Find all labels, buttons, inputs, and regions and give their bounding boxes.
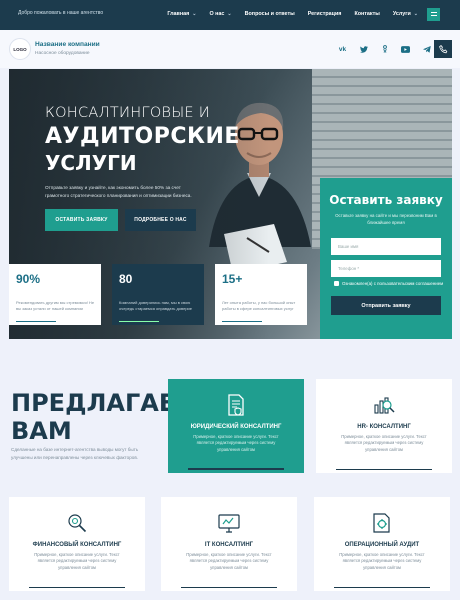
nav-services-label: Услуги xyxy=(392,11,411,17)
top-bar: Добро пожаловать в наше агентство Главна… xyxy=(0,0,460,30)
nav-services[interactable]: Услуги ⌄ xyxy=(393,7,418,21)
nav-about[interactable]: О нас ⌄ xyxy=(209,7,231,21)
chevron-down-icon: ⌄ xyxy=(192,11,197,17)
leave-request-button[interactable]: ОСТАВИТЬ ЗАЯВКУ xyxy=(45,209,118,231)
form-subtitle: Оставьте заявку на сайте и мы перезвоним… xyxy=(335,213,437,225)
service-description: Примерное, краткое описание услуги. Текс… xyxy=(34,552,120,570)
stat-card: 90% Рекомендовать другим мы стремимся! Н… xyxy=(9,264,101,325)
more-about-button[interactable]: ПОДРОБНЕЕ О НАС xyxy=(125,209,196,231)
hamburger-icon xyxy=(430,12,437,16)
vk-icon[interactable]: vk xyxy=(332,41,353,57)
submit-request-button[interactable]: Отправить заявку xyxy=(331,296,441,315)
chevron-down-icon: ⌄ xyxy=(227,11,232,17)
service-title: IT КОНСАЛТИНГ xyxy=(204,542,254,548)
operations-gear-icon xyxy=(373,513,390,533)
stat-underline xyxy=(222,321,262,322)
it-monitor-icon xyxy=(218,514,240,533)
service-underline xyxy=(181,587,277,588)
stat-number: 90% xyxy=(16,272,41,286)
request-form: Оставить заявку Оставьте заявку на сайте… xyxy=(320,178,452,339)
form-title: Оставить заявку xyxy=(329,193,443,207)
legal-document-icon xyxy=(228,394,244,416)
stat-text: Лет опыта работы, у нас большой опыт раб… xyxy=(222,300,296,311)
service-underline xyxy=(334,587,430,588)
nav-contacts[interactable]: Контакты xyxy=(354,7,379,21)
service-title: ОПЕРАЦИОННЫЙ АУДИТ xyxy=(344,542,420,548)
phone-button[interactable] xyxy=(434,40,452,58)
hero-title-line1: КОНСАЛТИНГОВЫЕ И xyxy=(45,105,211,121)
service-underline xyxy=(188,468,284,470)
hero-title-line2: АУДИТОРСКИЕ xyxy=(45,124,240,149)
consent-checkbox[interactable]: Ознакомлен(а) с пользовательским соглаше… xyxy=(334,281,443,286)
stat-underline xyxy=(119,321,159,322)
company-subtitle: Насосное оборудование xyxy=(35,51,90,56)
service-description: Примерное, краткое описание услуги. Текс… xyxy=(193,434,279,452)
service-card-audit[interactable]: ОПЕРАЦИОННЫЙ АУДИТ Примерное, краткое оп… xyxy=(314,497,450,591)
service-card-hr[interactable]: HR- КОНСАЛТИНГ Примерное, краткое описан… xyxy=(316,379,452,473)
service-underline xyxy=(29,587,125,588)
service-card-legal[interactable]: ЮРИДИЧЕСКИЙ КОНСАЛТИНГ Примерное, кратко… xyxy=(168,379,304,473)
service-description: Примерное, краткое описание услуги. Текс… xyxy=(339,552,425,570)
stat-underline xyxy=(16,321,56,322)
finance-search-icon xyxy=(68,514,87,533)
hero-description: Отправьте заявку и узнайте, как экономит… xyxy=(45,185,192,198)
hr-chart-icon xyxy=(374,397,395,414)
nav-about-label: О нас xyxy=(209,11,225,17)
service-description: Примерное, краткое описание услуги. Текс… xyxy=(341,434,427,452)
social-links: vk xyxy=(332,41,437,57)
service-card-finance[interactable]: ФИНАНСОВЫЙ КОНСАЛТИНГ Примерное, краткое… xyxy=(9,497,145,591)
chevron-down-icon: ⌄ xyxy=(413,11,418,17)
service-description: Примерное, краткое описание услуги. Текс… xyxy=(186,552,272,570)
main-nav: Главная ⌄ О нас ⌄ Вопросы и ответы Регистр… xyxy=(154,7,440,21)
stat-text: Компаний доверились нам, мы в свою очере… xyxy=(119,300,193,311)
name-input[interactable]: Ваше имя xyxy=(331,238,441,255)
hero-title-line3: УСЛУГИ xyxy=(45,151,137,175)
nav-register[interactable]: Регистрация xyxy=(308,7,342,21)
service-title: HR- КОНСАЛТИНГ xyxy=(357,424,411,430)
odnoklassniki-icon[interactable] xyxy=(374,41,395,57)
company-name: Название компании xyxy=(35,41,100,48)
stat-card: 15+ Лет опыта работы, у нас большой опыт… xyxy=(215,264,307,325)
stat-number: 15+ xyxy=(222,272,243,286)
youtube-icon[interactable] xyxy=(395,41,416,57)
stat-text: Рекомендовать другим мы стремимся! Не вы… xyxy=(16,300,95,311)
twitter-icon[interactable] xyxy=(353,41,374,57)
menu-toggle-button[interactable] xyxy=(427,7,440,21)
service-title: ЮРИДИЧЕСКИЙ КОНСАЛТИНГ xyxy=(190,424,282,430)
stat-card: 80 Компаний доверились нам, мы в свою оч… xyxy=(112,264,204,325)
nav-home-label: Главная xyxy=(167,11,190,17)
nav-faq[interactable]: Вопросы и ответы xyxy=(245,7,295,21)
service-title: ФИНАНСОВЫЙ КОНСАЛТИНГ xyxy=(32,542,122,548)
site-header: LOGO Название компании Насосное оборудов… xyxy=(0,30,460,68)
service-underline xyxy=(336,469,432,470)
welcome-text: Добро пожаловать в наше агентство xyxy=(18,10,104,16)
service-card-it[interactable]: IT КОНСАЛТИНГ Примерное, краткое описани… xyxy=(161,497,297,591)
phone-input[interactable]: Телефон * xyxy=(331,260,441,277)
nav-home[interactable]: Главная ⌄ xyxy=(167,7,196,21)
stat-number: 80 xyxy=(119,272,133,286)
company-block: Название компании Насосное оборудование xyxy=(35,41,100,56)
phone-icon xyxy=(438,44,447,53)
checkbox-icon xyxy=(334,281,339,286)
logo[interactable]: LOGO xyxy=(9,38,31,60)
offer-description: Сделанные на базе интернет-агентства выв… xyxy=(11,447,139,460)
consent-label: Ознакомлен(а) с пользовательским соглаше… xyxy=(342,281,444,286)
